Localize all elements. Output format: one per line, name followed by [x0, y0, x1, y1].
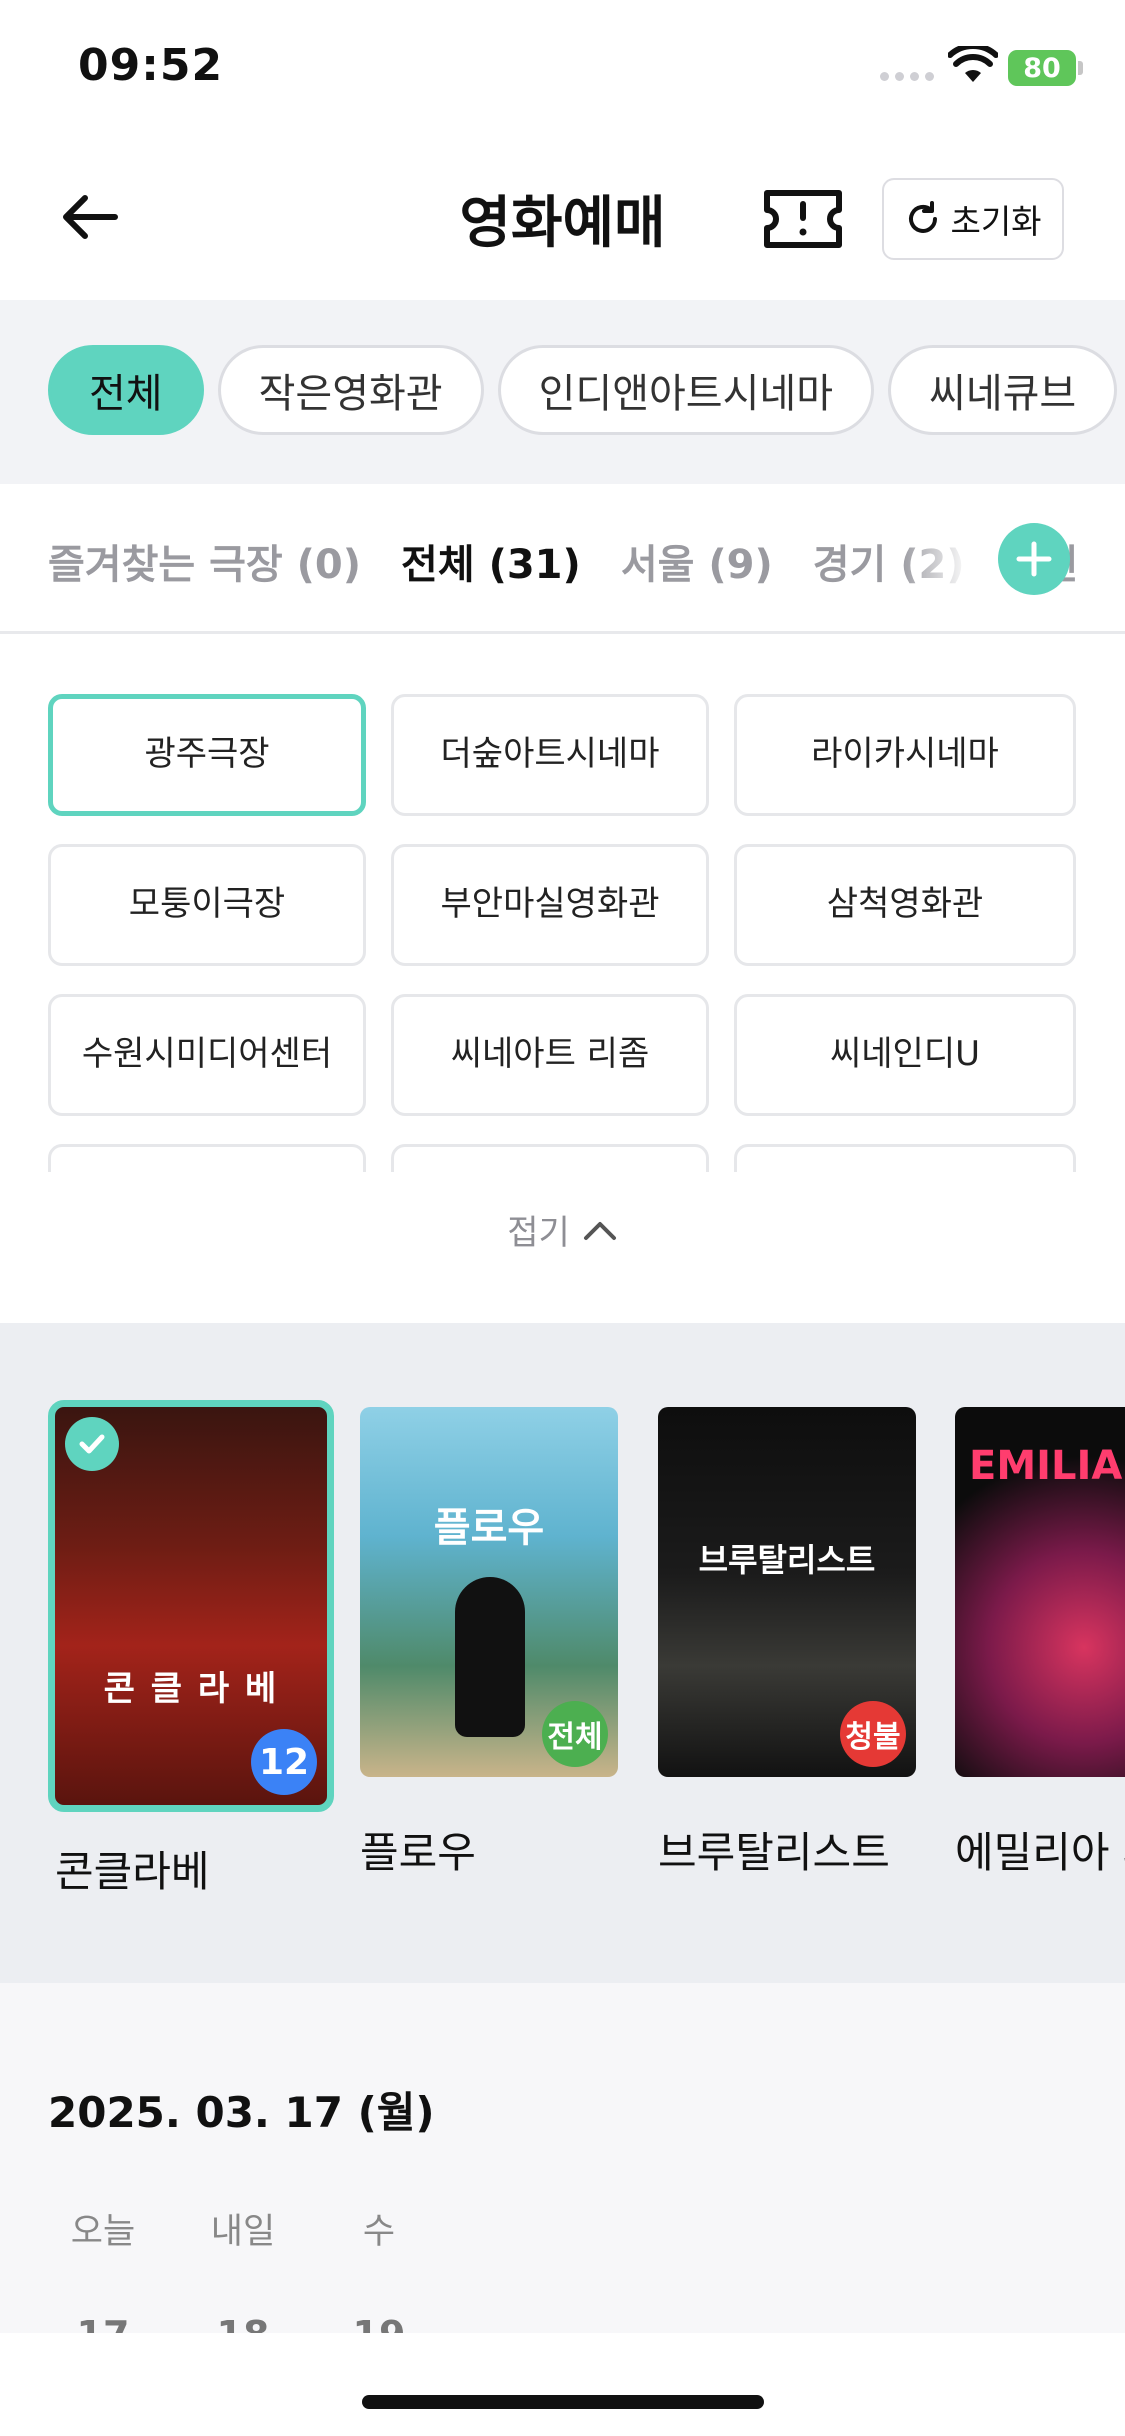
movie-carousel: 콘 클 라 베 12 콘클라베 플로우 전체 플로우 브루탈리스트 청불 브루탈…	[0, 1323, 1125, 1983]
header: 영화예매 초기화	[0, 140, 1125, 300]
age-rating-badge: 전체	[542, 1701, 608, 1767]
bottom-safe-area	[0, 2333, 1125, 2436]
theater-item[interactable]: 씨네인디U	[734, 994, 1076, 1116]
day-number[interactable]: 17	[48, 2313, 158, 2333]
plus-icon	[1016, 541, 1052, 577]
day-label[interactable]: 내일	[188, 2203, 298, 2254]
status-time: 09:52	[78, 40, 224, 91]
theater-item-partial[interactable]	[48, 1144, 366, 1172]
movie-poster: 플로우 전체	[360, 1407, 618, 1777]
theater-item[interactable]: 삼척영화관	[734, 844, 1076, 966]
home-indicator	[362, 2395, 764, 2409]
age-rating-badge: 12	[251, 1729, 317, 1795]
movie-poster: 콘 클 라 베 12	[48, 1400, 334, 1812]
poster-title-text: 플로우	[433, 1505, 545, 1551]
tab-seoul[interactable]: 서울 (9)	[621, 532, 773, 590]
chain-chip-small-cinema[interactable]: 작은영화관	[217, 345, 484, 435]
theater-item[interactable]: 모퉁이극장	[48, 844, 366, 966]
region-fade	[900, 484, 1000, 631]
movie-poster: EMILIA PÉ	[955, 1407, 1125, 1777]
movie-card[interactable]: EMILIA PÉ 에밀리아 페	[955, 1407, 1125, 1880]
movie-title: 콘클라베	[55, 1847, 210, 1896]
theater-item[interactable]: 광주극장	[48, 694, 366, 816]
theater-item[interactable]: 씨네아트 리좀	[391, 994, 709, 1116]
day-label[interactable]: 수	[324, 2203, 434, 2254]
movie-title: 에밀리아 페	[955, 1828, 1125, 1877]
movie-card[interactable]: 브루탈리스트 청불 브루탈리스트	[658, 1407, 940, 1880]
poster-title-text: EMILIA PÉ	[969, 1443, 1125, 1489]
battery-tip	[1078, 61, 1083, 75]
reset-label: 초기화	[950, 202, 1042, 241]
poster-title-text: 브루탈리스트	[698, 1541, 876, 1579]
poster-cat-shape	[455, 1577, 525, 1737]
chain-filter-bar: 전체 작은영화관 인디앤아트시네마 씨네큐브	[0, 300, 1125, 484]
date-section: 2025. 03. 17 (월) 오늘 내일 수 17 18 19	[0, 1983, 1125, 2333]
day-number[interactable]: 19	[324, 2313, 434, 2333]
add-favorite-button[interactable]	[998, 523, 1070, 595]
theater-grid: 광주극장 더숲아트시네마 라이카시네마 모퉁이극장 부안마실영화관 삼척영화관 …	[48, 694, 1078, 1172]
movie-title: 플로우	[360, 1828, 476, 1877]
wifi-icon	[948, 46, 998, 82]
battery-icon: 80	[1008, 50, 1076, 86]
cellular-signal-icon	[880, 72, 934, 81]
movie-card[interactable]: 플로우 전체 플로우	[360, 1407, 642, 1880]
check-icon	[65, 1417, 119, 1471]
selected-date: 2025. 03. 17 (월)	[48, 2088, 435, 2137]
chevron-up-icon	[583, 1221, 616, 1240]
chain-chip-cinecube[interactable]: 씨네큐브	[888, 345, 1118, 435]
theater-item[interactable]: 라이카시네마	[734, 694, 1076, 816]
collapse-button[interactable]: 접기	[0, 1205, 1125, 1254]
theater-item[interactable]: 수원시미디어센터	[48, 994, 366, 1116]
theater-item-partial[interactable]	[734, 1144, 1076, 1172]
theater-item[interactable]: 부안마실영화관	[391, 844, 709, 966]
status-bar: 09:52 80	[0, 0, 1125, 140]
chain-chip-all[interactable]: 전체	[48, 345, 204, 435]
movie-card[interactable]: 콘 클 라 베 12 콘클라베	[48, 1400, 337, 1899]
movie-poster: 브루탈리스트 청불	[658, 1407, 916, 1777]
day-label[interactable]: 오늘	[48, 2203, 158, 2254]
movie-title: 브루탈리스트	[658, 1828, 890, 1877]
chain-chip-indie-art[interactable]: 인디앤아트시네마	[497, 345, 875, 435]
age-rating-badge: 청불	[840, 1701, 906, 1767]
refresh-icon	[909, 201, 938, 233]
theater-item-partial[interactable]	[391, 1144, 709, 1172]
day-number[interactable]: 18	[188, 2313, 298, 2333]
region-tab-bar: 즐겨찾는 극장 (0) 전체 (31) 서울 (9) 경기 (2) 인천	[0, 484, 1125, 634]
tab-all[interactable]: 전체 (31)	[401, 532, 581, 590]
ticket-icon[interactable]	[762, 188, 844, 250]
collapse-label: 접기	[507, 1213, 570, 1253]
theater-item[interactable]: 더숲아트시네마	[391, 694, 709, 816]
reset-button[interactable]: 초기화	[882, 178, 1064, 260]
poster-title-text: 콘 클 라 베	[103, 1669, 279, 1709]
tab-favorites[interactable]: 즐겨찾는 극장 (0)	[48, 532, 361, 590]
